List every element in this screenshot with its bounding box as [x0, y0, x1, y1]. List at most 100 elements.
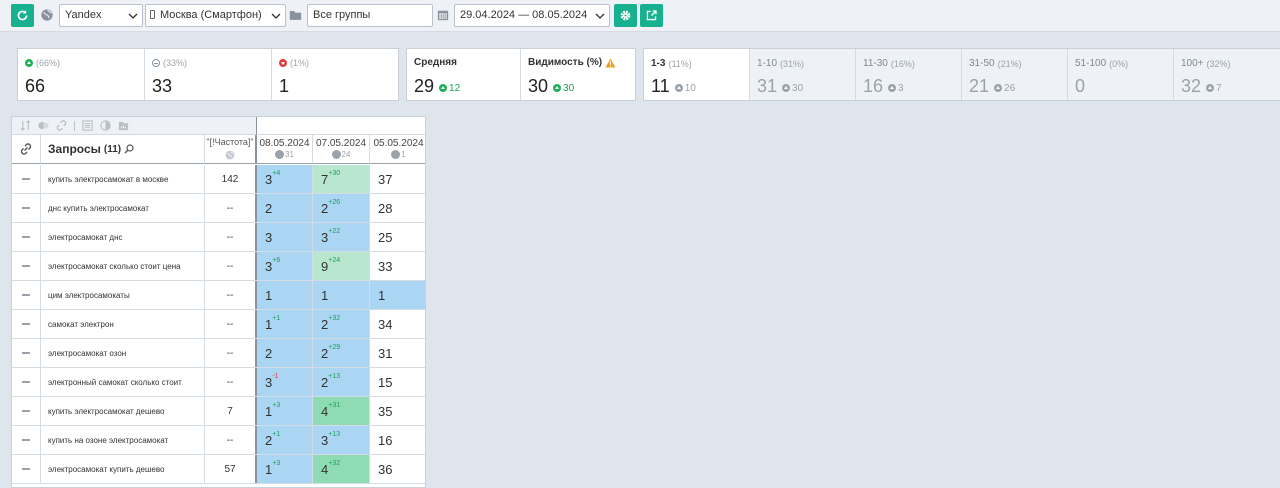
query-cell: электросамокат днс [41, 223, 205, 251]
position-change: +31 [328, 402, 341, 409]
average-position-stat: Средняя 29 12 [407, 49, 521, 100]
range-51-100[interactable]: 51-100 (0%) 0 [1068, 49, 1174, 100]
date-range-select[interactable]: 29.04.2024 — 08.05.2024 [454, 4, 610, 27]
frequency-cell: 142 [205, 165, 256, 193]
position-cell[interactable]: 3+13 [313, 426, 370, 454]
region-select[interactable]: Москва (Смартфон) [145, 4, 286, 27]
contrast-icon[interactable] [100, 120, 111, 131]
frequency-cell: -- [205, 310, 256, 338]
position-cell[interactable]: 16 [370, 426, 425, 454]
position-cell[interactable]: 2 [256, 339, 313, 367]
table-row: электросамокат днс -- 3 3+22 25 [12, 223, 425, 252]
position-change: +4 [272, 170, 281, 177]
sort-icon[interactable] [20, 120, 31, 131]
range-100-plus[interactable]: 100+ (32%) 32 7 [1174, 49, 1280, 100]
improved-stat[interactable]: (66%) 66 [18, 49, 145, 100]
row-action-button[interactable] [12, 165, 41, 193]
group-select[interactable]: Все группы [307, 4, 433, 27]
chevron-down-icon [595, 13, 605, 19]
refresh-button[interactable] [11, 4, 34, 27]
position-cell[interactable]: 3+22 [313, 223, 370, 251]
warning-icon[interactable] [605, 57, 616, 68]
average-visibility-card: Средняя 29 12 Видимость (%) 30 30 [406, 48, 636, 101]
arrow-up-icon [25, 59, 33, 67]
chevron-down-icon [128, 13, 138, 19]
position-cell[interactable]: 28 [370, 194, 425, 222]
range-1-10[interactable]: 1-10 (31%) 31 30 [750, 49, 856, 100]
query-cell: купить электросамокат дешево [41, 397, 205, 425]
summary-card: (66%) 66 (33%) 33 (1%) 1 [17, 48, 399, 101]
position-cell[interactable]: 3+6 [256, 252, 313, 280]
position-cell[interactable]: 2+32 [313, 310, 370, 338]
folder-chart-icon[interactable] [118, 120, 129, 131]
position-cell[interactable]: 33 [370, 252, 425, 280]
row-action-button[interactable] [12, 455, 41, 483]
position-cell[interactable]: 1 [256, 281, 313, 309]
position-ranges-card: 1-3 (11%) 11 10 1-10 (31%) 31 30 11-30 (16%) … [643, 48, 1280, 101]
frequency-header[interactable]: "[!Частота]" [205, 135, 256, 164]
position-cell[interactable]: 9+24 [313, 252, 370, 280]
toolbar: Yandex Москва (Смартфон) Все группы 29.0… [0, 0, 1280, 32]
position-cell[interactable]: 1+1 [256, 310, 313, 338]
date-column-header[interactable]: 07.05.2024 24 [313, 135, 370, 164]
position-cell[interactable]: 2 [256, 194, 313, 222]
row-action-button[interactable] [12, 426, 41, 454]
position-change: +3 [272, 402, 281, 409]
position-cell[interactable]: 1+3 [256, 455, 313, 483]
position-cell[interactable]: 2+29 [313, 339, 370, 367]
position-cell[interactable]: 36 [370, 455, 425, 483]
row-action-button[interactable] [12, 223, 41, 251]
date-column-header[interactable]: 08.05.2024 31 [256, 135, 313, 164]
query-cell: цим электросамокаты [41, 281, 205, 309]
position-cell[interactable]: 37 [370, 165, 425, 193]
worsened-stat[interactable]: (1%) 1 [272, 49, 398, 100]
position-cell[interactable]: 3 [256, 223, 313, 251]
position-cell[interactable]: 1 [313, 281, 370, 309]
minus-icon [22, 439, 30, 441]
search-engine-select[interactable]: Yandex [59, 4, 143, 27]
row-action-button[interactable] [12, 310, 41, 338]
settings-button[interactable] [614, 4, 637, 27]
row-action-button[interactable] [12, 397, 41, 425]
position-cell[interactable]: 35 [370, 397, 425, 425]
position-cell[interactable]: 31 [370, 339, 425, 367]
position-cell[interactable]: 1 [370, 281, 425, 309]
export-button[interactable] [640, 4, 663, 27]
refresh-icon [17, 10, 28, 21]
row-action-button[interactable] [12, 368, 41, 396]
unlink-icon[interactable] [56, 120, 67, 131]
date-column-header[interactable]: 05.05.2024 1 [370, 135, 425, 164]
row-action-button[interactable] [12, 339, 41, 367]
range-31-50[interactable]: 31-50 (21%) 21 26 [962, 49, 1068, 100]
position-cell[interactable]: 34 [370, 310, 425, 338]
position-cell[interactable]: 4+32 [313, 455, 370, 483]
row-action-button[interactable] [12, 281, 41, 309]
range-11-30[interactable]: 11-30 (16%) 16 3 [856, 49, 962, 100]
minus-icon [22, 178, 30, 180]
row-action-button[interactable] [12, 194, 41, 222]
range-1-3[interactable]: 1-3 (11%) 11 10 [644, 49, 750, 100]
table-row: электросамокат озон -- 2 2+29 31 [12, 339, 425, 368]
position-cell[interactable]: 4+31 [313, 397, 370, 425]
position-cell[interactable]: 1+3 [256, 397, 313, 425]
unchanged-stat[interactable]: (33%) 33 [145, 49, 272, 100]
search-icon[interactable] [124, 144, 134, 154]
position-cell[interactable]: 25 [370, 223, 425, 251]
position-cell[interactable]: 2+13 [313, 368, 370, 396]
toggle-icon[interactable] [38, 120, 49, 131]
frequency-cell: 7 [205, 397, 256, 425]
position-cell[interactable]: 2+26 [313, 194, 370, 222]
list-icon[interactable] [82, 120, 93, 131]
position-cell[interactable]: 2+1 [256, 426, 313, 454]
position-cell[interactable]: 15 [370, 368, 425, 396]
position-change: +3 [272, 460, 281, 467]
query-cell: электросамокат озон [41, 339, 205, 367]
queries-header[interactable]: Запросы (11) [41, 135, 205, 164]
folder-icon [289, 10, 302, 20]
position-cell[interactable]: 7+30 [313, 165, 370, 193]
frequency-cell: -- [205, 252, 256, 280]
position-cell[interactable]: 3-1 [256, 368, 313, 396]
row-action-button[interactable] [12, 252, 41, 280]
position-cell[interactable]: 3+4 [256, 165, 313, 193]
link-column-header[interactable] [12, 135, 41, 164]
